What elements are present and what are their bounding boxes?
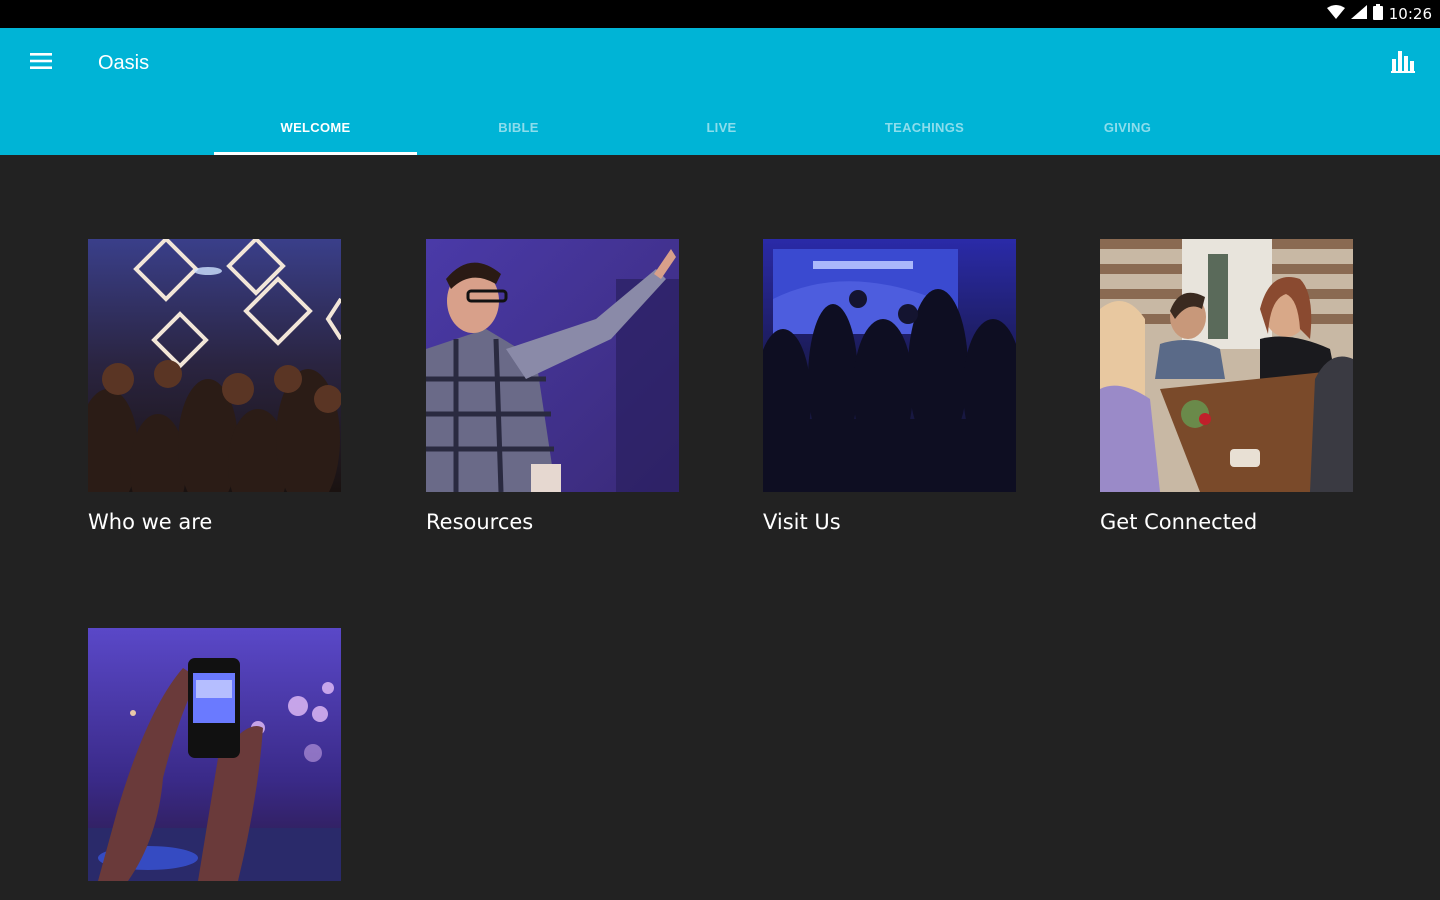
card-image-get-connected — [1100, 239, 1353, 492]
card-image-visit-us — [763, 239, 1016, 492]
card-visit-us[interactable]: Visit Us — [763, 239, 1016, 534]
tab-teachings[interactable]: TEACHINGS — [823, 100, 1026, 155]
card-label-resources: Resources — [426, 510, 534, 534]
bar-chart-icon — [1391, 49, 1415, 78]
app-title: Oasis — [98, 52, 150, 74]
tab-bar: WELCOME BIBLE LIVE TEACHINGS GIVING — [214, 100, 1229, 155]
card-get-connected[interactable]: Get Connected — [1100, 239, 1353, 534]
tab-live[interactable]: LIVE — [620, 100, 823, 155]
card-label-who-we-are: Who we are — [88, 510, 213, 534]
card-label-get-connected: Get Connected — [1100, 510, 1258, 534]
wifi-icon — [1326, 4, 1345, 24]
card-label-visit-us: Visit Us — [763, 510, 841, 534]
status-time: 10:26 — [1388, 5, 1432, 23]
battery-icon — [1372, 3, 1383, 25]
status-bar: 10:26 — [0, 0, 1440, 28]
card-who-we-are[interactable]: Who we are — [88, 239, 341, 534]
card-resources[interactable]: Resources — [426, 239, 679, 534]
card-image-media — [88, 628, 341, 881]
stats-button[interactable] — [1388, 48, 1418, 78]
app-bar: Oasis WELCOME BIBLE LIVE TEACHINGS GIVIN… — [0, 28, 1440, 155]
hamburger-icon — [30, 52, 52, 75]
tab-welcome[interactable]: WELCOME — [214, 100, 417, 155]
menu-button[interactable] — [28, 50, 54, 76]
tab-bible[interactable]: BIBLE — [417, 100, 620, 155]
signal-icon — [1350, 4, 1367, 24]
status-icons: 10:26 — [1326, 0, 1432, 28]
card-media[interactable] — [88, 628, 341, 881]
card-image-who-we-are — [88, 239, 341, 492]
tab-giving[interactable]: GIVING — [1026, 100, 1229, 155]
card-image-resources — [426, 239, 679, 492]
